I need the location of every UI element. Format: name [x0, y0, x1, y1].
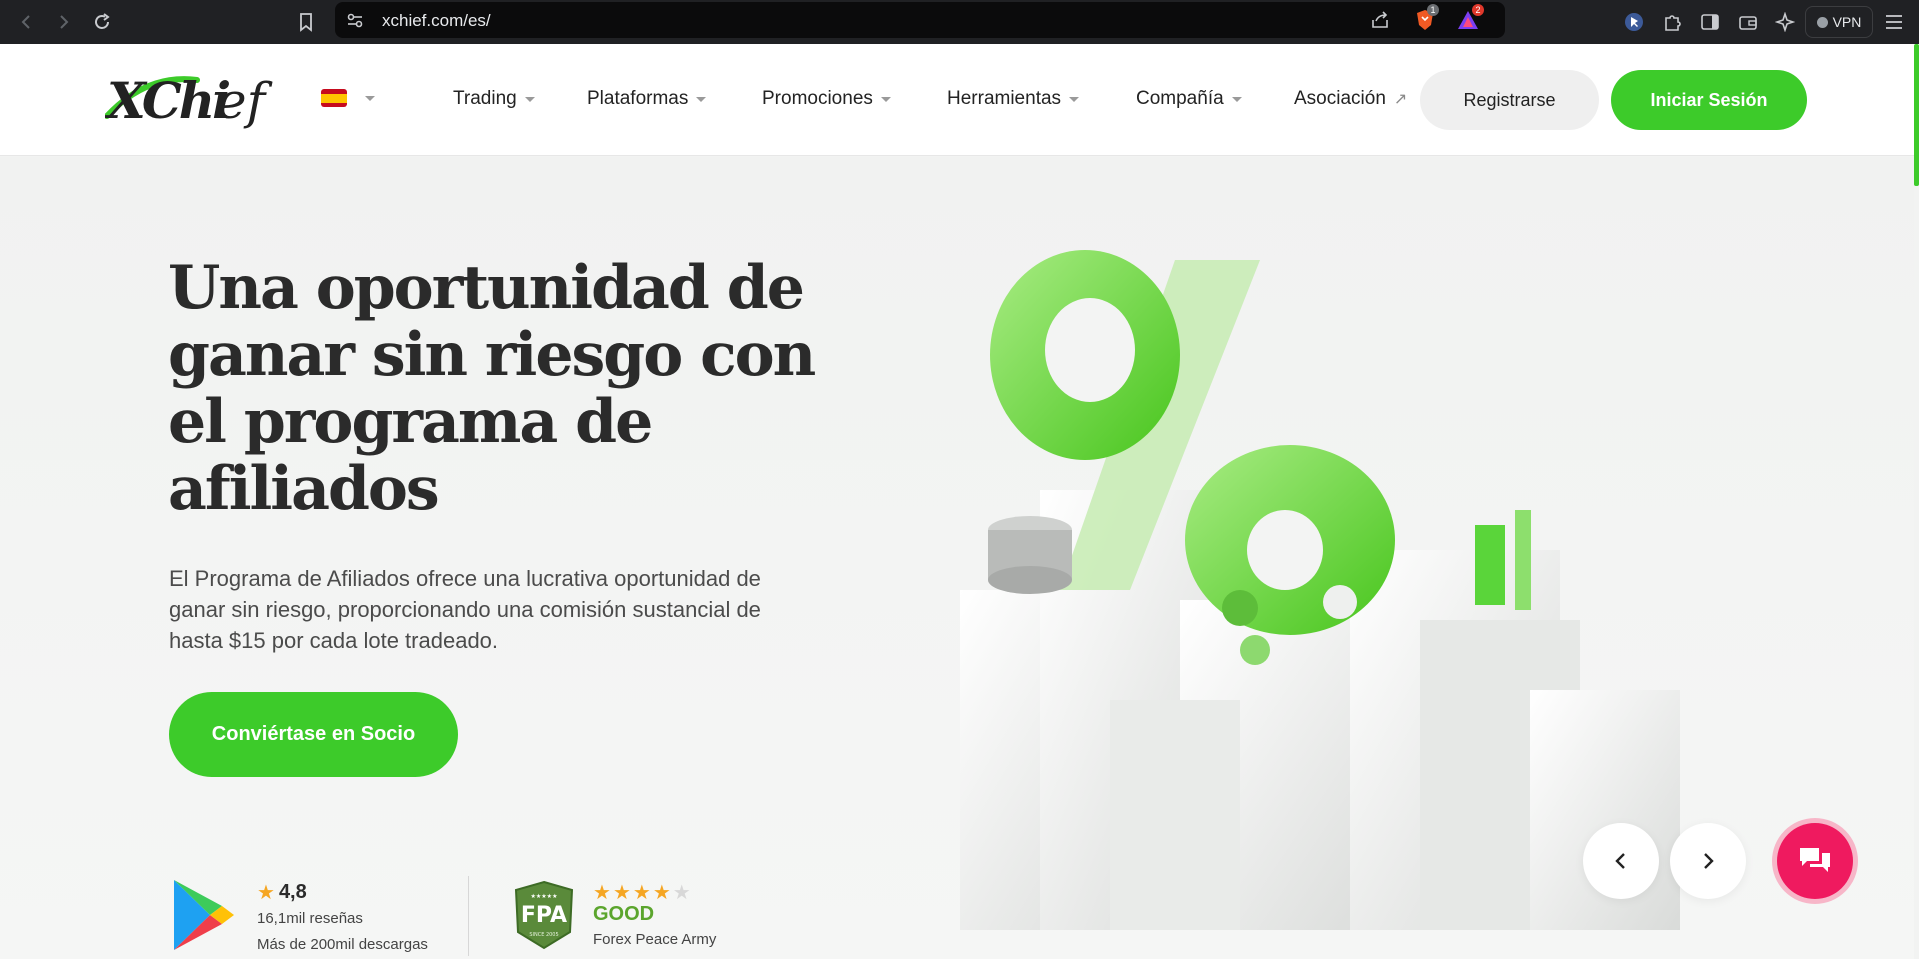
nav-label: Asociación — [1294, 88, 1386, 109]
play-downloads: Más de 200mil descargas — [257, 936, 428, 953]
brave-shields-icon[interactable]: 1 — [1413, 4, 1439, 32]
vpn-status-icon — [1816, 16, 1828, 28]
nav-plataformas[interactable]: Plataformas — [587, 88, 707, 110]
puzzle-icon[interactable] — [1660, 10, 1684, 34]
logo[interactable]: XChi ef — [104, 66, 275, 139]
sidebar-icon[interactable] — [1698, 10, 1722, 34]
play-score: 4,8 — [278, 881, 307, 903]
nav-label: Herramientas — [947, 88, 1062, 109]
chevron-down-icon — [1231, 96, 1242, 102]
star-icon: ★ — [632, 882, 651, 904]
bookmark-icon[interactable] — [294, 10, 318, 34]
chevron-down-icon — [365, 95, 375, 101]
spain-flag-icon — [321, 89, 347, 107]
carousel-prev-button[interactable] — [1583, 823, 1659, 899]
chevron-down-icon — [1069, 96, 1080, 102]
nav-label: Promociones — [762, 88, 873, 109]
url-text[interactable]: xchief.com/es/ — [382, 11, 491, 31]
google-play-icon[interactable] — [170, 876, 238, 959]
svg-text:ef: ef — [217, 72, 273, 130]
menu-icon[interactable] — [1882, 10, 1906, 34]
fpa-name: Forex Peace Army — [593, 931, 717, 948]
nav-herramientas[interactable]: Herramientas — [947, 88, 1080, 110]
hero-title: Una oportunidad de ganar sin riesgo con … — [168, 253, 816, 524]
reload-icon[interactable] — [90, 10, 114, 34]
nav-trading[interactable]: Trading — [453, 88, 535, 110]
fpa-stars: ★ ★ ★ ★ ★ — [593, 880, 691, 905]
play-rating: ★ 4,8 — [257, 880, 307, 905]
nav-compania[interactable]: Compañía — [1136, 88, 1242, 110]
cursor-extension-icon[interactable] — [1622, 10, 1646, 34]
nav-label: Plataformas — [587, 88, 689, 109]
chevron-left-icon — [1615, 853, 1625, 869]
become-partner-button[interactable]: Conviértase en Socio — [169, 692, 458, 777]
hero-subtitle: El Programa de Afiliados ofrece una lucr… — [169, 566, 761, 653]
register-button[interactable]: Registrarse — [1420, 70, 1599, 130]
chevron-down-icon — [696, 96, 707, 102]
leo-icon[interactable] — [1773, 10, 1797, 34]
vpn-label: VPN — [1832, 14, 1862, 30]
scrollbar-thumb[interactable] — [1914, 44, 1919, 186]
fpa-badge-text: FPA — [521, 903, 567, 928]
star-icon: ★ — [612, 882, 631, 904]
login-button[interactable]: Iniciar Sesión — [1611, 70, 1807, 130]
fpa-badge-since: SINCE 2005 — [529, 932, 558, 938]
shields-badge: 1 — [1427, 4, 1439, 16]
site-settings-icon[interactable] — [343, 8, 367, 32]
nav-promociones[interactable]: Promociones — [762, 88, 891, 110]
wallet-icon[interactable] — [1736, 10, 1760, 34]
back-icon[interactable] — [14, 10, 38, 34]
address-bar[interactable]: xchief.com/es/ 1 2 — [335, 2, 1505, 38]
nav-asociacion[interactable]: Asociación ↗ — [1294, 88, 1407, 110]
language-selector[interactable] — [321, 89, 375, 107]
fpa-rating-label: GOOD — [593, 903, 655, 925]
play-reviews: 16,1mil reseñas — [257, 910, 363, 927]
rewards-icon[interactable]: 2 — [1456, 4, 1484, 32]
alerts-badge: 2 — [1472, 4, 1484, 16]
star-icon: ★ — [257, 882, 275, 904]
fpa-badge-icon[interactable]: ★★★★★ FPA SINCE 2005 — [512, 880, 576, 955]
svg-text:XChi: XChi — [105, 71, 229, 130]
chat-icon — [1800, 848, 1830, 872]
chevron-right-icon — [1704, 853, 1714, 869]
star-empty-icon: ★ — [672, 882, 691, 904]
site-header: XChi ef Trading Plataformas Promociones … — [0, 44, 1919, 156]
svg-text:★★★★★: ★★★★★ — [531, 893, 558, 900]
share-icon[interactable] — [1368, 8, 1392, 32]
divider — [468, 876, 469, 956]
chat-button[interactable] — [1777, 823, 1853, 899]
chevron-down-icon — [524, 96, 535, 102]
browser-toolbar: xchief.com/es/ 1 2 VPN — [0, 0, 1919, 44]
vpn-button[interactable]: VPN — [1805, 6, 1873, 38]
nav-label: Compañía — [1136, 88, 1224, 109]
star-icon: ★ — [652, 882, 671, 904]
nav-label: Trading — [453, 88, 517, 109]
forward-icon[interactable] — [52, 10, 76, 34]
carousel-next-button[interactable] — [1670, 823, 1746, 899]
star-icon: ★ — [593, 882, 611, 904]
chevron-down-icon — [880, 96, 891, 102]
external-link-icon: ↗ — [1393, 91, 1408, 108]
